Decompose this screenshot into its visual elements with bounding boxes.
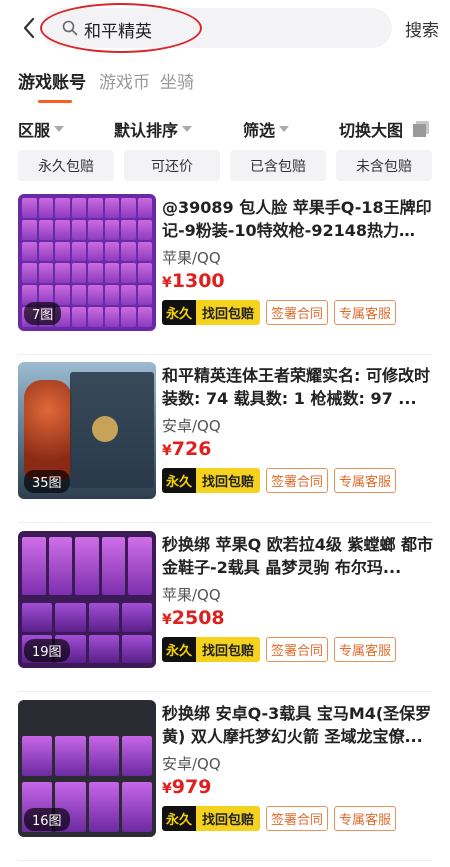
price-value: 979 bbox=[171, 776, 212, 798]
image-count-badge: 7图 bbox=[24, 302, 62, 325]
search-input[interactable]: 和平精英 bbox=[42, 8, 392, 48]
badge-contract: 签署合同 bbox=[266, 468, 329, 493]
region-filter-label: 区服 bbox=[18, 121, 51, 140]
listing-item[interactable]: 19图 秒换绑 苹果Q 欧若拉4级 紫螳螂 都市 金鞋子-2载具 晶梦灵驹 布尔… bbox=[0, 531, 450, 701]
chip-excluded-compensation[interactable]: 未含包赔 bbox=[336, 150, 432, 181]
search-button[interactable]: 搜索 bbox=[405, 16, 439, 41]
search-icon bbox=[62, 20, 78, 36]
badge-dedicated-service: 专属客服 bbox=[334, 806, 397, 831]
currency-symbol: ¥ bbox=[162, 275, 172, 291]
badge-permanent: 永久 bbox=[162, 300, 197, 325]
chevron-left-icon bbox=[23, 17, 35, 39]
image-count-badge: 16图 bbox=[24, 808, 70, 831]
chip-permanent-compensation[interactable]: 永久包赔 bbox=[18, 150, 114, 181]
tab-game-currency[interactable]: 游戏币 bbox=[99, 68, 150, 93]
listing-badges: 永久 找回包赔 签署合同 专属客服 bbox=[162, 468, 397, 494]
listing-item[interactable]: 16图 秒换绑 安卓Q-3载具 宝马M4(圣保罗黄) 双人摩托梦幻火箭 圣域龙宝… bbox=[0, 700, 450, 867]
badge-dedicated-service: 专属客服 bbox=[334, 300, 397, 325]
listing-platform: 安卓/QQ bbox=[162, 755, 221, 773]
listing-price: ¥979 bbox=[162, 776, 211, 798]
search-header: 和平精英 搜索 bbox=[0, 0, 450, 56]
listing-badges: 永久 找回包赔 签署合同 专属客服 bbox=[162, 637, 397, 663]
price-value: 1300 bbox=[171, 270, 225, 292]
active-tab-indicator bbox=[38, 100, 72, 103]
currency-symbol: ¥ bbox=[162, 443, 172, 459]
listing-price: ¥726 bbox=[162, 438, 211, 460]
screen-filter-label: 筛选 bbox=[243, 121, 276, 140]
sort-filter-label: 默认排序 bbox=[114, 121, 179, 140]
view-toggle-label: 切换大图 bbox=[339, 121, 404, 140]
badge-dedicated-service: 专属客服 bbox=[334, 468, 397, 493]
listing-title[interactable]: 秒换绑 安卓Q-3载具 宝马M4(圣保罗黄) 双人摩托梦幻火箭 圣域龙宝僚... bbox=[162, 702, 434, 748]
badge-permanent: 永久 bbox=[162, 468, 197, 493]
image-count-badge: 35图 bbox=[24, 470, 70, 493]
listing-item[interactable]: 7图 @39089 包人脸 苹果手Q-18王牌印记-9粉装-10特效枪-9214… bbox=[0, 194, 450, 364]
divider bbox=[18, 522, 432, 523]
grid-view-icon[interactable] bbox=[412, 120, 430, 138]
badge-contract: 签署合同 bbox=[266, 806, 329, 831]
listing-badges: 永久 找回包赔 签署合同 专属客服 bbox=[162, 300, 397, 326]
tab-game-account[interactable]: 游戏账号 bbox=[18, 68, 86, 93]
category-tabs: 游戏账号 游戏币 坐骑 bbox=[0, 66, 450, 106]
region-filter[interactable]: 区服 bbox=[18, 117, 65, 141]
listing-title[interactable]: 和平精英连体王者荣耀实名: 可修改时装数: 74 载具数: 1 枪械数: 97 … bbox=[162, 364, 434, 410]
divider bbox=[18, 860, 432, 861]
currency-symbol: ¥ bbox=[162, 781, 172, 797]
badge-recovery-compensation: 找回包赔 bbox=[196, 637, 261, 662]
listing-platform: 苹果/QQ bbox=[162, 586, 221, 604]
search-query-text: 和平精英 bbox=[84, 22, 152, 42]
price-value: 726 bbox=[171, 438, 212, 460]
badge-contract: 签署合同 bbox=[266, 637, 329, 662]
listing-title[interactable]: @39089 包人脸 苹果手Q-18王牌印记-9粉装-10特效枪-92148热力… bbox=[162, 196, 434, 242]
view-toggle[interactable]: 切换大图 bbox=[339, 117, 403, 141]
listing-item[interactable]: 35图 和平精英连体王者荣耀实名: 可修改时装数: 74 载具数: 1 枪械数:… bbox=[0, 362, 450, 532]
badge-recovery-compensation: 找回包赔 bbox=[196, 468, 261, 493]
badge-recovery-compensation: 找回包赔 bbox=[196, 300, 261, 325]
listing-thumbnail[interactable]: 16图 bbox=[18, 700, 156, 837]
listing-thumbnail[interactable]: 35图 bbox=[18, 362, 156, 499]
currency-symbol: ¥ bbox=[162, 612, 172, 628]
divider bbox=[18, 354, 432, 355]
listing-thumbnail[interactable]: 19图 bbox=[18, 531, 156, 668]
listing-badges: 永久 找回包赔 签署合同 专属客服 bbox=[162, 806, 397, 832]
listing-price: ¥1300 bbox=[162, 270, 225, 292]
caret-down-icon bbox=[279, 126, 290, 132]
chip-included-compensation[interactable]: 已含包赔 bbox=[230, 150, 326, 181]
listing-title[interactable]: 秒换绑 苹果Q 欧若拉4级 紫螳螂 都市 金鞋子-2载具 晶梦灵驹 布尔玛... bbox=[162, 533, 434, 579]
caret-down-icon bbox=[182, 126, 193, 132]
badge-permanent: 永久 bbox=[162, 806, 197, 831]
listing-platform: 安卓/QQ bbox=[162, 417, 221, 435]
image-count-badge: 19图 bbox=[24, 639, 70, 662]
badge-dedicated-service: 专属客服 bbox=[334, 637, 397, 662]
badge-recovery-compensation: 找回包赔 bbox=[196, 806, 261, 831]
badge-permanent: 永久 bbox=[162, 637, 197, 662]
badge-contract: 签署合同 bbox=[266, 300, 329, 325]
listing-price: ¥2508 bbox=[162, 607, 225, 629]
listing-platform: 苹果/QQ bbox=[162, 249, 221, 267]
caret-down-icon bbox=[54, 126, 65, 132]
divider bbox=[18, 691, 432, 692]
screen-filter[interactable]: 筛选 bbox=[243, 117, 290, 141]
tab-mounts[interactable]: 坐骑 bbox=[160, 68, 194, 93]
back-button[interactable] bbox=[18, 16, 40, 40]
listing-thumbnail[interactable]: 7图 bbox=[18, 194, 156, 331]
sort-filter[interactable]: 默认排序 bbox=[114, 117, 193, 141]
price-value: 2508 bbox=[171, 607, 225, 629]
chip-negotiable[interactable]: 可还价 bbox=[124, 150, 220, 181]
quick-filter-chips: 永久包赔 可还价 已含包赔 未含包赔 bbox=[0, 150, 450, 182]
filter-bar: 区服 默认排序 筛选 切换大图 bbox=[0, 114, 450, 142]
